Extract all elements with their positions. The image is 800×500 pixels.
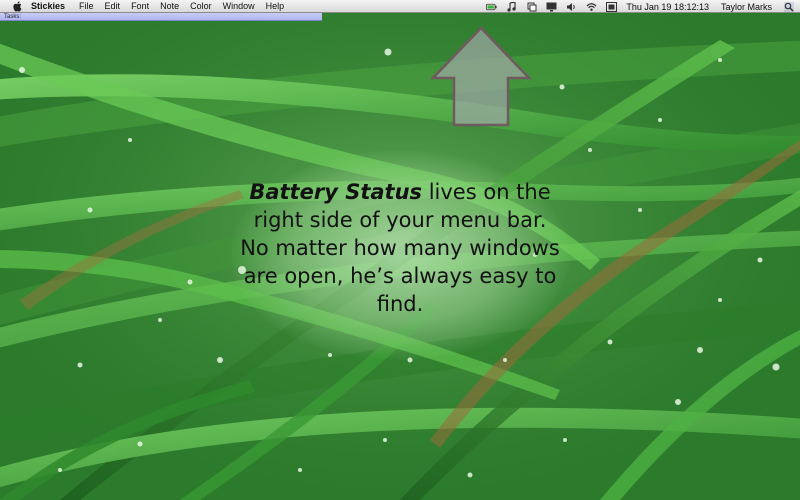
itunes-icon[interactable] xyxy=(506,1,517,12)
apple-icon[interactable] xyxy=(12,0,23,12)
menu-color[interactable]: Color xyxy=(190,1,212,11)
callout-app-name: Battery Status xyxy=(249,180,423,204)
menu-edit[interactable]: Edit xyxy=(105,1,121,11)
menu-user-name[interactable]: Taylor Marks xyxy=(721,2,772,12)
wifi-icon[interactable] xyxy=(586,2,597,12)
desktop: Stickies File Edit Font Note Color Windo… xyxy=(0,0,800,500)
menu-bar: Stickies File Edit Font Note Color Windo… xyxy=(0,0,800,13)
display-icon[interactable] xyxy=(546,2,557,12)
battery-status-callout: Battery Status lives on the right side o… xyxy=(240,178,560,318)
input-menu-icon[interactable] xyxy=(606,1,618,12)
menu-note[interactable]: Note xyxy=(160,1,179,11)
menu-app-name[interactable]: Stickies xyxy=(31,1,65,11)
menu-file[interactable]: File xyxy=(79,1,94,11)
bluetooth-icon[interactable] xyxy=(526,2,537,12)
spotlight-icon[interactable] xyxy=(784,1,794,12)
up-arrow-icon xyxy=(430,26,532,127)
battery-icon[interactable] xyxy=(486,2,498,12)
menu-font[interactable]: Font xyxy=(131,1,149,11)
volume-icon[interactable] xyxy=(566,2,577,12)
sticky-note-text[interactable]: Tasks: xyxy=(4,14,21,20)
menu-extras: Thu Jan 19 18:12:13 Taylor Marks xyxy=(486,0,800,13)
menu-window[interactable]: Window xyxy=(223,1,255,11)
menu-clock[interactable]: Thu Jan 19 18:12:13 xyxy=(626,2,709,12)
sticky-note[interactable]: Tasks: xyxy=(0,13,322,21)
menu-help[interactable]: Help xyxy=(266,1,285,11)
